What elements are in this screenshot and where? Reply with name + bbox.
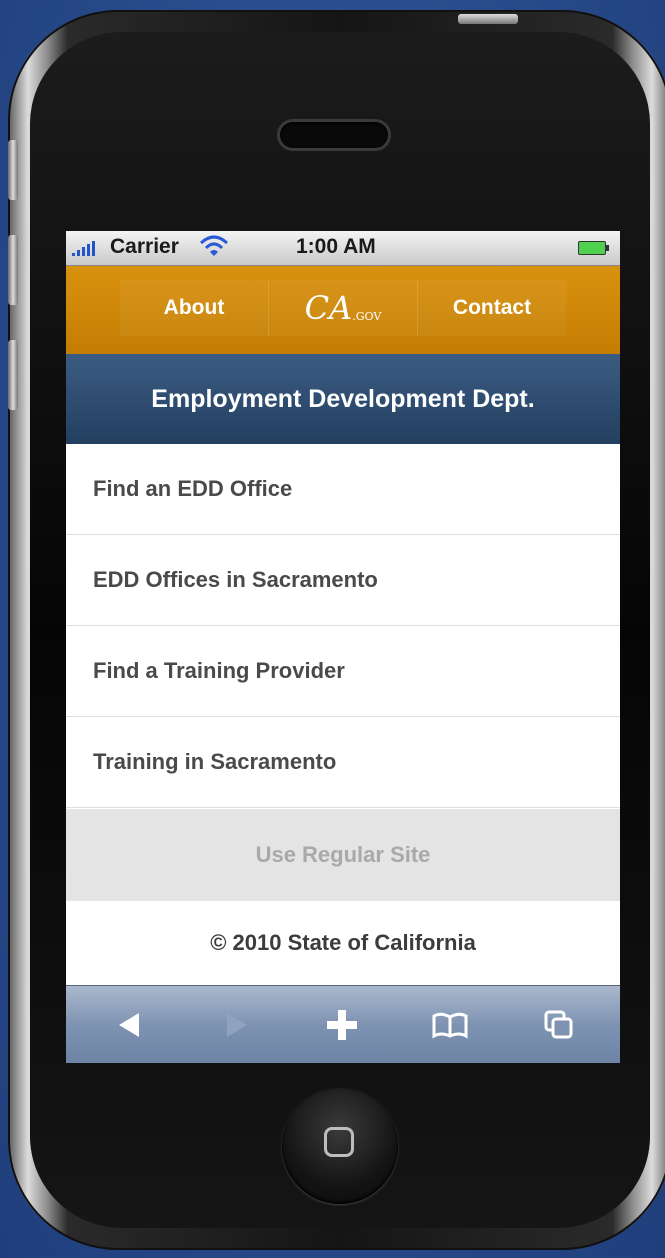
wifi-icon bbox=[199, 234, 229, 264]
copyright-footer: © 2010 State of California bbox=[66, 901, 620, 985]
list-item-find-training-provider[interactable]: Find a Training Provider bbox=[66, 626, 620, 717]
status-time: 1:00 AM bbox=[296, 235, 376, 258]
status-bar: Carrier 1:00 AM bbox=[66, 231, 620, 266]
pages-icon[interactable] bbox=[524, 986, 594, 1063]
bookmarks-book-icon[interactable] bbox=[415, 986, 485, 1063]
back-arrow-icon[interactable] bbox=[94, 986, 164, 1063]
ca-gov-logo[interactable]: CA .GOV bbox=[269, 280, 417, 336]
use-regular-site-link[interactable]: Use Regular Site bbox=[66, 809, 620, 902]
carrier-name: Carrier bbox=[110, 235, 179, 258]
logo-sub: .GOV bbox=[352, 309, 382, 323]
volume-up-button bbox=[8, 235, 18, 305]
about-link[interactable]: About bbox=[120, 280, 268, 336]
mute-switch bbox=[8, 140, 18, 200]
list-item-training-sacramento[interactable]: Training in Sacramento bbox=[66, 717, 620, 808]
page-title: Employment Development Dept. bbox=[66, 354, 620, 444]
contact-link[interactable]: Contact bbox=[418, 280, 566, 336]
top-nav: About CA .GOV Contact bbox=[66, 266, 620, 354]
volume-down-button bbox=[8, 340, 18, 410]
phone-screen: Carrier 1:00 AM About CA .GOV Contact Emp… bbox=[66, 231, 620, 1063]
earpiece-speaker bbox=[280, 122, 388, 148]
home-button[interactable] bbox=[282, 1088, 398, 1204]
signal-bars-icon bbox=[72, 241, 95, 256]
forward-arrow-icon[interactable] bbox=[202, 986, 272, 1063]
home-square-icon bbox=[324, 1127, 354, 1157]
battery-icon bbox=[578, 241, 609, 255]
add-plus-icon[interactable] bbox=[307, 986, 377, 1063]
menu-list: Find an EDD Office EDD Offices in Sacram… bbox=[66, 444, 620, 808]
logo-text: CA bbox=[304, 289, 353, 327]
browser-toolbar bbox=[66, 985, 620, 1063]
list-item-find-edd-office[interactable]: Find an EDD Office bbox=[66, 444, 620, 535]
sleep-button bbox=[458, 14, 518, 24]
list-item-edd-offices-sacramento[interactable]: EDD Offices in Sacramento bbox=[66, 535, 620, 626]
